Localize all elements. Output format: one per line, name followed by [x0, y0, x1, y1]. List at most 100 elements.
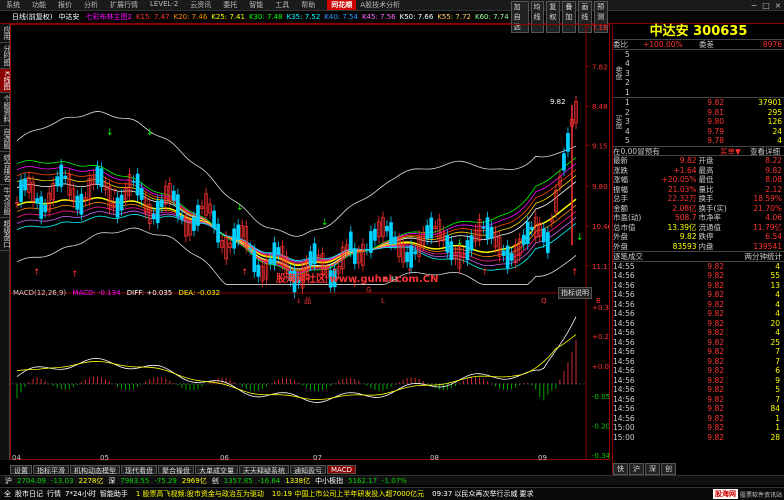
candle-body: [95, 166, 100, 184]
indicator-help-button[interactable]: 指标说明: [558, 287, 592, 299]
left-tab-7[interactable]: 超级盘口: [0, 218, 11, 251]
left-tab-2[interactable]: K线图: [0, 69, 11, 93]
menu-item-3[interactable]: 分析: [78, 0, 104, 10]
tick-time: 14:56: [613, 280, 635, 290]
two-min-stats[interactable]: 两分钟统计: [724, 252, 784, 261]
news-ticker-1[interactable]: 1 股票高飞视频:股市资金与政治互为驱动: [136, 489, 264, 499]
maximize-button[interactable]: □: [760, 1, 772, 10]
minimize-button[interactable]: −: [748, 1, 760, 10]
tick-volume: 1: [775, 423, 780, 432]
price-tick-label: 9.80: [592, 183, 608, 191]
candle-body: [256, 264, 261, 277]
tick-volume: 1: [775, 413, 780, 423]
book-row: 5 9.78 4: [625, 136, 784, 146]
bottom-tab-5[interactable]: 大单成交量: [195, 465, 238, 475]
x-tick-5: 09: [538, 454, 547, 462]
close-button[interactable]: ×: [772, 1, 784, 10]
candle-body: [252, 250, 257, 273]
bottom-tab-0[interactable]: 设置: [10, 465, 32, 475]
candle-body: [389, 222, 393, 245]
book-row: 1 9.82 37901: [625, 98, 784, 108]
price-tick-label: 11.11: [592, 263, 609, 271]
stat-label: 振幅: [613, 184, 628, 194]
tick-row: 15:00 9.82 1: [613, 423, 784, 433]
quote-tab-2[interactable]: 深: [645, 463, 660, 475]
quote-tab-1[interactable]: 沪: [629, 463, 644, 475]
status-left-2[interactable]: 行情: [47, 489, 61, 499]
candle-body: [135, 173, 140, 196]
quote-tab-0[interactable]: 快: [613, 463, 628, 475]
bottom-tab-4[interactable]: 聚合操盘: [158, 465, 194, 475]
menu-item-2[interactable]: 报价: [52, 0, 78, 10]
candle-body: [216, 223, 220, 243]
status-left-1[interactable]: 股市日记: [15, 489, 43, 499]
tick-row: 15:00 9.82 28: [613, 433, 784, 443]
menu-item-6[interactable]: 云资讯: [184, 0, 217, 10]
candle-body: [79, 193, 84, 215]
app-title: A股技术分析: [360, 1, 401, 9]
stat-value: 8.22: [765, 156, 782, 165]
buy-order-button[interactable]: 买单▼: [720, 147, 750, 156]
tick-row: 14:56 9.82 20: [613, 319, 784, 329]
left-tab-5[interactable]: 综合排名: [0, 152, 11, 185]
menu-item-1[interactable]: 功能: [26, 0, 52, 10]
status-left-0[interactable]: 全: [4, 489, 11, 499]
stat-label: 总手: [613, 194, 628, 203]
candle-body: [385, 225, 389, 232]
bottom-tab-3[interactable]: 现代看盘: [121, 465, 157, 475]
news-ticker-3[interactable]: 09:37 以民众再次举行示威: [432, 489, 517, 499]
book-level: 4: [625, 59, 630, 68]
stat-label: 外盘: [613, 232, 628, 241]
left-tab-1[interactable]: 分时图: [0, 43, 11, 69]
stock-name-label: 中达安: [58, 13, 80, 21]
stat-value: 21.03%: [667, 184, 697, 194]
signal-arrow: ↑: [33, 268, 41, 278]
stat-label: 市净率: [698, 213, 722, 222]
menu-item-7[interactable]: 委托: [217, 0, 243, 10]
diff-line: [16, 316, 577, 403]
tick-time: 14:56: [613, 309, 635, 318]
high-annotation: 9.82: [550, 98, 566, 106]
bottom-tab-7[interactable]: 通知盈亏: [290, 465, 326, 475]
signal-arrow: ↓: [456, 238, 464, 248]
tick-time: 15:00: [613, 423, 635, 432]
macd-tick-label: +0.371: [592, 304, 609, 312]
tick-volume: 13: [770, 280, 780, 290]
menu-item-8[interactable]: 智能: [243, 0, 269, 10]
menu-item-0[interactable]: 系统: [0, 0, 26, 10]
book-row: 5: [625, 50, 784, 60]
bottom-tab-6[interactable]: 天天释疑系统: [239, 465, 289, 475]
tick-row: 14:55 9.82 4: [613, 262, 784, 272]
stat-value: 139541: [753, 241, 782, 251]
tick-price: 9.82: [707, 404, 724, 413]
sell-label: 卖盘: [615, 66, 623, 81]
menu-item-5[interactable]: LEVEL-2: [144, 0, 184, 10]
book-volume: [724, 59, 784, 69]
chart-area[interactable]: 11.1110.469.809.158.487.827.169.826.81↑↑…: [10, 24, 610, 460]
candlestick-chart[interactable]: 11.1110.469.809.158.487.827.169.826.81↑↑…: [11, 25, 609, 459]
menu-item-9[interactable]: 工具: [269, 0, 295, 10]
menu-item-4[interactable]: 扩展行情: [104, 0, 144, 10]
book-volume: 24: [772, 126, 782, 136]
quote-tab-3[interactable]: 创: [661, 463, 676, 475]
bottom-tab-8[interactable]: MACD: [327, 465, 356, 474]
left-tab-4[interactable]: 自选股: [0, 126, 11, 152]
view-detail-link[interactable]: 查看详细: [750, 147, 784, 156]
status-left-3[interactable]: 7*24小时: [65, 489, 96, 499]
candle-body: [485, 217, 490, 240]
left-tab-6[interactable]: 牛叉诊股: [0, 185, 11, 218]
menu-item-10[interactable]: 帮助: [295, 0, 321, 10]
tick-time: 14:56: [613, 271, 635, 280]
news-ticker-2[interactable]: 10:19 中国上市公司上半年研发投入超7000亿元: [272, 489, 424, 499]
status-left-4[interactable]: 智能助手: [100, 489, 128, 499]
left-tab-3[interactable]: 个股资料: [0, 93, 11, 126]
bottom-tab-2[interactable]: 机构动态模型: [70, 465, 120, 475]
k-value-7: K50: 7.66: [399, 13, 434, 21]
stat-label: 跌停: [698, 232, 714, 241]
signal-arrow: ↓: [321, 218, 329, 228]
bottom-tab-1[interactable]: 指标平滑: [33, 465, 69, 475]
left-tab-0[interactable]: 应用: [0, 24, 11, 43]
index-item-6: -75.29: [154, 476, 177, 485]
tick-time: 14:55: [613, 261, 635, 271]
stat-value: 18.59%: [753, 194, 782, 203]
